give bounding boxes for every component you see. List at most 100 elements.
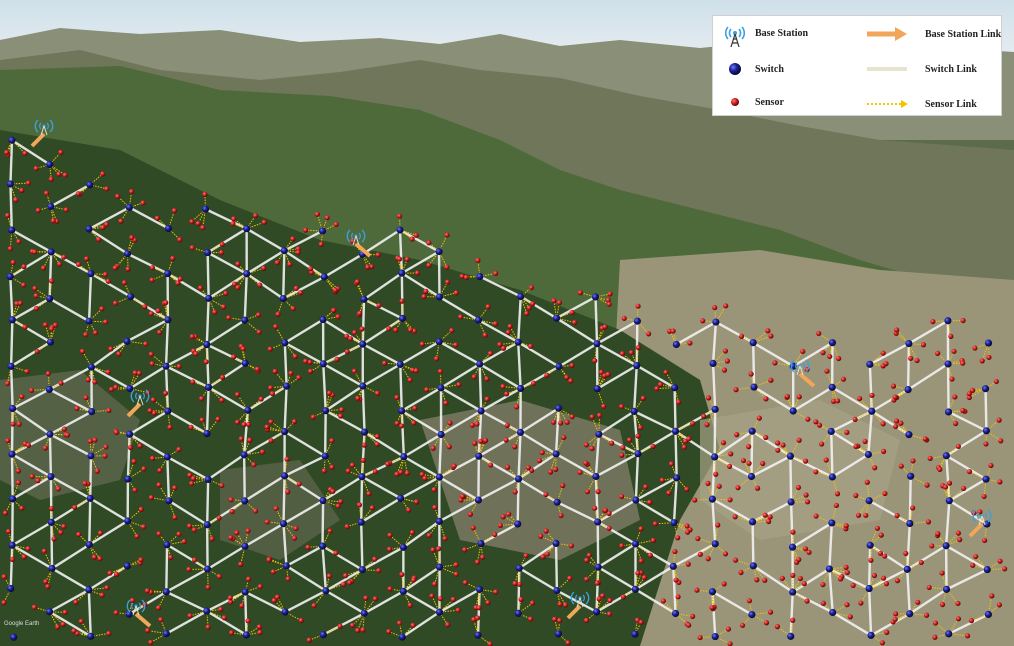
sensor-node [156, 482, 162, 488]
sensor-node [267, 346, 273, 352]
switch-node [749, 562, 757, 570]
switch-node [163, 453, 171, 461]
dotted-arrow-icon [865, 93, 909, 115]
switch-node [749, 339, 757, 347]
switch-node [514, 475, 523, 483]
switch-link [908, 476, 912, 524]
sensor-node [121, 280, 128, 286]
sensor-node [527, 616, 534, 622]
sensor-node [840, 376, 847, 382]
sensor-node [84, 256, 90, 262]
sensor-node [504, 422, 510, 429]
sensor-node [256, 329, 262, 335]
sensor-node [705, 480, 711, 486]
sensor-node [467, 511, 473, 517]
sensor-node [955, 600, 961, 607]
sensor-node [307, 368, 314, 374]
sensor-node [103, 221, 110, 228]
sensor-node [445, 622, 451, 628]
sensor-node [996, 602, 1002, 608]
sensor-node [790, 529, 796, 535]
sensor-node [261, 265, 267, 271]
switch-node [47, 518, 56, 526]
sensor-node [955, 616, 962, 622]
switch-node [474, 316, 483, 324]
sensor-node [257, 282, 263, 288]
sensor-node [256, 624, 262, 630]
sensor-node [594, 580, 600, 586]
sensor-node [469, 422, 475, 428]
sensor-node [143, 341, 149, 347]
sensor-node [641, 575, 648, 581]
sensor-node [862, 438, 868, 445]
switch-node [8, 316, 16, 324]
sensor-node [290, 305, 296, 312]
sensor-node [5, 528, 12, 535]
switch-node [399, 587, 407, 595]
sensor-node [855, 512, 862, 518]
sensor-node [675, 594, 681, 600]
sensor-node [453, 571, 459, 577]
sensor-node [844, 602, 850, 608]
sensor-node [932, 634, 938, 640]
switch-node [162, 362, 170, 370]
switch-node [243, 225, 251, 233]
switch-node [321, 452, 329, 460]
sensor-node [939, 570, 945, 576]
sensor-node [705, 556, 711, 562]
sensor-node [56, 261, 63, 267]
sensor-node [230, 221, 236, 227]
switch-node [162, 588, 170, 596]
sensor-node [396, 620, 403, 626]
sensor-node [344, 523, 350, 530]
switch-link [9, 183, 13, 231]
sensor-node [986, 354, 992, 360]
sensor-node [346, 580, 353, 586]
sensor-node [447, 420, 453, 426]
sensor-node [507, 323, 513, 329]
sensor-node [326, 573, 332, 579]
sensor-node [732, 514, 738, 520]
sensor-node [722, 551, 729, 557]
sensor-node [796, 556, 802, 563]
sensor-node [329, 438, 335, 444]
legend-item-switch: Switch [721, 58, 784, 80]
legend-item-sensor-link: Sensor Link [865, 93, 977, 115]
switch-node [86, 494, 94, 502]
sensor-node [136, 370, 142, 376]
sensor-node [29, 473, 35, 480]
sensor-node [754, 577, 760, 583]
sensor-node [800, 348, 806, 355]
sensor-node [334, 356, 340, 362]
sensor-node [946, 480, 953, 486]
sensor-node [176, 446, 182, 453]
sensor-node [918, 559, 924, 566]
switch-node [7, 362, 15, 370]
sensor-node [524, 310, 530, 317]
sensor-node [360, 457, 366, 463]
sensor-node [413, 232, 419, 238]
sensor-node [33, 165, 39, 172]
switch-node [671, 427, 680, 435]
sensor-node [241, 421, 247, 428]
switch-node [554, 630, 563, 638]
map-stage[interactable]: Base Station Switch Sensor Base Station … [0, 0, 1014, 646]
switch-node [906, 519, 914, 528]
sensor-node [722, 348, 729, 354]
sensor-node [474, 559, 481, 565]
sensor-node [874, 525, 881, 531]
switch-link [50, 522, 54, 569]
sensor-node [25, 442, 32, 448]
sensor-node [15, 480, 22, 486]
sensor-node [924, 482, 930, 488]
sensor-node [925, 519, 932, 525]
switch-node [516, 428, 525, 436]
switch-node [435, 517, 443, 525]
switch-link [10, 454, 14, 499]
switch-node [944, 360, 952, 368]
sensor-node [738, 333, 745, 339]
sensor-node [979, 358, 985, 364]
switch-node [123, 562, 131, 570]
sensor-node [43, 579, 49, 585]
sensor-node [16, 421, 22, 427]
